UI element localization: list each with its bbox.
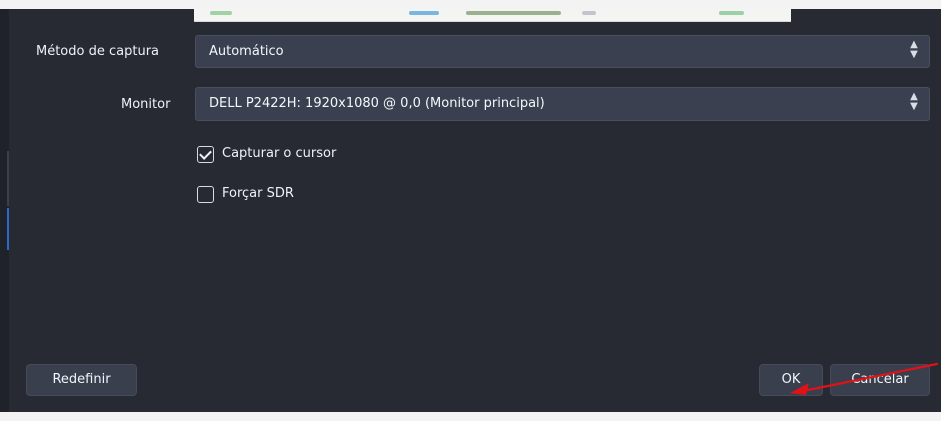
screenshot-frame: Método de captura Automático ▲ ▼ Monitor… bbox=[0, 0, 941, 421]
force-sdr-label: Forçar SDR bbox=[222, 186, 294, 201]
chevron-up-down-icon: ▲ ▼ bbox=[907, 40, 921, 65]
preview-mark bbox=[210, 11, 232, 15]
chevron-down-icon: ▼ bbox=[910, 49, 918, 60]
cancel-button[interactable]: Cancelar bbox=[830, 364, 930, 396]
chevron-down-icon: ▼ bbox=[910, 101, 918, 112]
capture-cursor-checkbox[interactable] bbox=[197, 145, 214, 163]
preview-mark bbox=[466, 11, 561, 15]
force-sdr-checkbox[interactable] bbox=[197, 185, 214, 203]
preview-mark bbox=[409, 11, 439, 15]
capture-method-select[interactable]: Automático ▲ ▼ bbox=[195, 35, 930, 68]
capture-method-value: Automático bbox=[209, 44, 284, 59]
ok-button[interactable]: OK bbox=[759, 364, 823, 396]
monitor-value: DELL P2422H: 1920x1080 @ 0,0 (Monitor pr… bbox=[209, 96, 545, 111]
preview-mark bbox=[582, 11, 596, 15]
force-sdr-option[interactable]: Forçar SDR bbox=[197, 184, 294, 204]
preview-mark bbox=[719, 11, 744, 15]
monitor-select[interactable]: DELL P2422H: 1920x1080 @ 0,0 (Monitor pr… bbox=[195, 87, 930, 121]
capture-cursor-label: Capturar o cursor bbox=[222, 146, 337, 161]
preview-strip bbox=[194, 9, 791, 22]
capture-cursor-option[interactable]: Capturar o cursor bbox=[197, 144, 336, 164]
capture-method-label: Método de captura bbox=[36, 44, 159, 59]
reset-button[interactable]: Redefinir bbox=[26, 364, 137, 396]
properties-dialog: Método de captura Automático ▲ ▼ Monitor… bbox=[9, 9, 941, 412]
monitor-label: Monitor bbox=[121, 97, 171, 112]
chevron-up-down-icon: ▲ ▼ bbox=[907, 92, 921, 117]
